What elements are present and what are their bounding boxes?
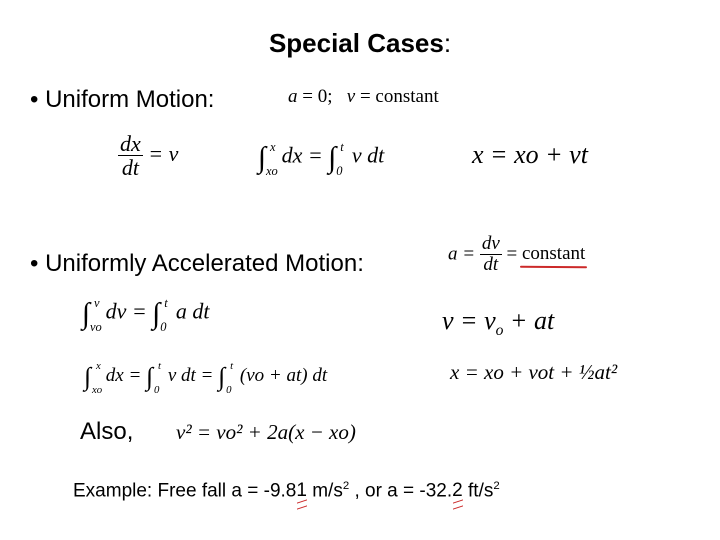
uniform-eq-position: x = xo + vt: [472, 140, 588, 169]
uniform-motion-heading: • Uniform Motion:: [30, 86, 215, 113]
integral-symbol: ∫ v vo: [82, 296, 102, 334]
cond-a-rest: = 0;: [297, 86, 333, 107]
accelerated-definition: a = dv dt = constant: [448, 234, 585, 276]
underlined-digit-1: 1: [296, 480, 307, 502]
title-text: Special Cases: [268, 28, 444, 58]
eq-mid: dx =: [105, 365, 142, 387]
lim-lower: 0: [226, 384, 232, 396]
example-text: Example: Free fall a = -9.81 m/s 2 , or a…: [73, 480, 500, 502]
lim-upper: t: [340, 140, 344, 154]
accelerated-eq-velocity: v = vo + at: [442, 306, 554, 340]
exp-2: 2: [493, 480, 500, 492]
eq-rhs: a dt: [175, 298, 210, 324]
eq-mid: dv =: [105, 298, 147, 324]
v-lhs: v = v: [442, 306, 496, 335]
frac-den: dt: [121, 155, 139, 181]
integral-symbol: ∫ t 0: [146, 360, 162, 396]
example-prefix: Example: Free fall a = -9.8: [73, 480, 297, 502]
lim-lower: xo: [266, 164, 278, 178]
accelerated-eq-velocity-integral: ∫ v vo dv = ∫ t 0 a dt: [82, 296, 210, 334]
lim-lower: xo: [92, 384, 103, 396]
lim-lower: 0: [336, 164, 343, 178]
underlined-digit-2: 2: [452, 480, 463, 502]
lim-upper: x: [270, 140, 276, 154]
lim-upper: t: [230, 360, 234, 372]
cond-a: a: [288, 86, 298, 107]
def-lhs: a =: [448, 243, 476, 265]
v-rest: + at: [503, 306, 555, 335]
cond-v: v: [346, 86, 356, 107]
also-equation: v² = vo² + 2a(x − xo): [176, 420, 356, 444]
eq1-rhs: = v: [148, 141, 179, 167]
unit-2: ft/s: [462, 480, 494, 502]
lim-upper: t: [164, 296, 168, 310]
uniform-motion-condition: a = 0; v = constant: [288, 86, 439, 108]
constant-underlined: constant: [521, 243, 586, 265]
unit-1: m/s: [306, 480, 343, 502]
accelerated-eq-position-integral: ∫ x xo dx = ∫ t 0 v dt = ∫ t 0 (vo + at) dt: [84, 360, 328, 396]
def-eq: =: [506, 243, 518, 265]
eq2-rhs: v dt: [351, 142, 385, 168]
integral-symbol: ∫ x xo: [258, 140, 278, 178]
cond-v-rest: = constant: [355, 86, 439, 107]
slide-title: Special Cases:: [0, 28, 720, 59]
integral-symbol: ∫ t 0: [152, 296, 168, 334]
example-middle: , or a = -32.: [349, 480, 453, 502]
uniform-eq-derivative: dx dt = v: [118, 132, 178, 180]
integral-symbol: ∫ t 0: [218, 360, 234, 396]
lim-lower: 0: [154, 384, 160, 396]
eq2-mid: dx =: [281, 142, 323, 168]
frac-num: dx: [118, 131, 143, 157]
accelerated-motion-heading: • Uniformly Accelerated Motion:: [30, 250, 364, 277]
eq-rhs: (vo + at) dt: [239, 365, 328, 387]
title-colon: :: [443, 28, 452, 58]
lim-upper: t: [158, 360, 162, 372]
lim-lower: 0: [160, 320, 167, 334]
frac-num: dv: [479, 233, 502, 255]
accelerated-eq-position: x = xo + vot + ½at²: [450, 360, 618, 384]
lim-lower: vo: [90, 320, 102, 334]
lim-upper: v: [94, 296, 100, 310]
frac-den: dt: [483, 253, 499, 275]
also-label: Also,: [80, 418, 134, 445]
integral-symbol: ∫ x xo: [84, 360, 103, 396]
lim-upper: x: [96, 360, 101, 372]
uniform-eq-integral: ∫ x xo dx = ∫ t 0 v dt: [258, 140, 385, 178]
eq-mid2: v dt =: [167, 365, 214, 387]
integral-symbol: ∫ t 0: [328, 140, 344, 178]
